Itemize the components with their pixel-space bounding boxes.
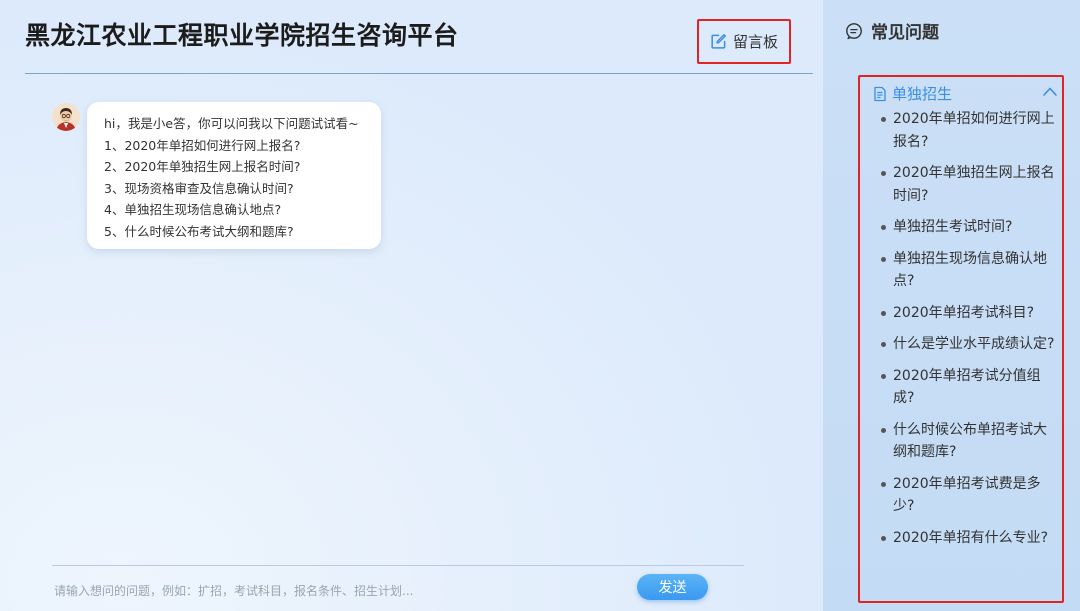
suggested-question[interactable]: 3、现场资格审查及信息确认时间?	[104, 178, 381, 200]
chevron-up-icon[interactable]	[1042, 85, 1058, 97]
bot-message-bubble: hi，我是小e答，你可以问我以下问题试试看~ 1、2020年单招如何进行网上报名…	[87, 102, 381, 249]
faq-question-item[interactable]: 单独招生考试时间?	[879, 216, 1059, 239]
faq-question-item[interactable]: 什么是学业水平成绩认定?	[879, 333, 1059, 356]
header-divider	[25, 73, 813, 74]
faq-category-label: 单独招生	[892, 85, 953, 103]
faq-question-item[interactable]: 2020年单招考试费是多少?	[879, 473, 1059, 518]
faq-header: 常见问题	[845, 18, 939, 43]
bot-greeting: hi，我是小e答，你可以问我以下问题试试看~	[104, 116, 359, 131]
teacher-avatar	[52, 103, 80, 131]
page-title: 黑龙江农业工程职业学院招生咨询平台	[25, 21, 459, 50]
faq-panel: 单独招生 2020年单招如何进行网上报名? 2020年单独招生网上报名时间? 单…	[858, 75, 1064, 603]
faq-question-item[interactable]: 2020年单招如何进行网上报名?	[879, 108, 1059, 153]
faq-question-list: 2020年单招如何进行网上报名? 2020年单独招生网上报名时间? 单独招生考试…	[879, 108, 1059, 558]
faq-title: 常见问题	[871, 23, 939, 43]
faq-question-item[interactable]: 2020年单招考试分值组成?	[879, 365, 1059, 410]
suggested-question[interactable]: 2、2020年单独招生网上报名时间?	[104, 156, 381, 178]
document-icon	[874, 86, 886, 101]
faq-question-item[interactable]: 单独招生现场信息确认地点?	[879, 248, 1059, 293]
faq-question-item[interactable]: 什么时候公布单招考试大纲和题库?	[879, 419, 1059, 464]
faq-sidebar: 常见问题 单独招生 2020年单招如何进行网上报名? 2020年单独招生网上报名…	[823, 0, 1080, 611]
send-button[interactable]: 发送	[637, 574, 708, 600]
message-board-button[interactable]: 留言板	[697, 19, 791, 64]
suggested-question[interactable]: 4、单独招生现场信息确认地点?	[104, 199, 381, 221]
chat-bubble-icon	[846, 22, 862, 39]
message-board-label: 留言板	[732, 33, 778, 51]
faq-question-item[interactable]: 2020年单招考试科目?	[879, 302, 1059, 325]
composer-divider	[52, 565, 744, 566]
question-input[interactable]	[54, 580, 614, 602]
faq-question-item[interactable]: 2020年单招有什么专业?	[879, 527, 1059, 550]
chat-area: 黑龙江农业工程职业学院招生咨询平台 留言板 hi，我是小e答，你可以问我以下问题…	[0, 0, 823, 611]
faq-category-toggle[interactable]: 单独招生	[872, 83, 1058, 104]
faq-question-item[interactable]: 2020年单独招生网上报名时间?	[879, 162, 1059, 207]
edit-icon	[711, 34, 726, 49]
suggested-question[interactable]: 5、什么时候公布考试大纲和题库?	[104, 221, 381, 243]
suggested-question[interactable]: 1、2020年单招如何进行网上报名?	[104, 135, 381, 157]
